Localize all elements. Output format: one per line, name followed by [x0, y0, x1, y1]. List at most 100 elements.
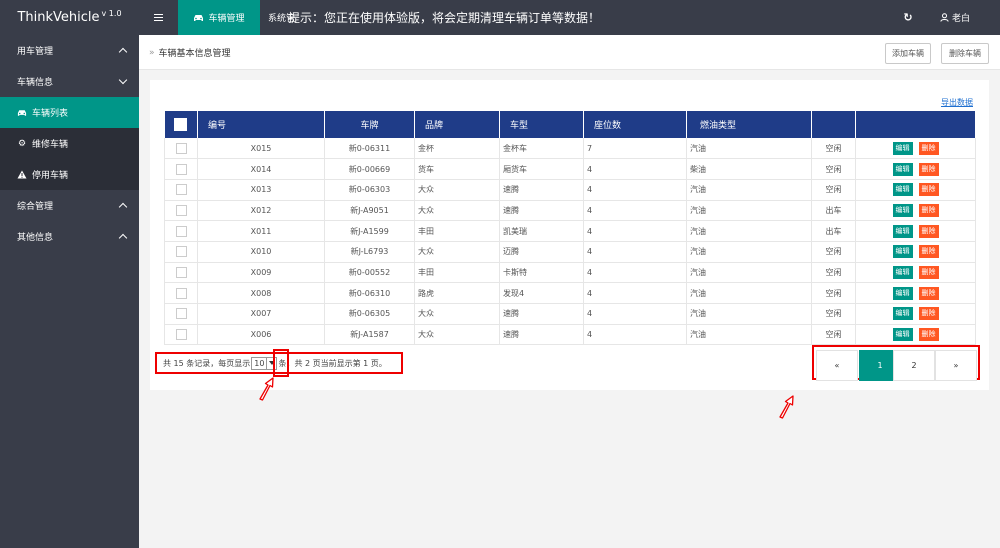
- cell-id: X013: [197, 179, 325, 201]
- warning-icon: [17, 170, 27, 179]
- edit-button[interactable]: 编辑: [892, 162, 913, 176]
- delete-button[interactable]: 删除: [918, 265, 939, 279]
- row-checkbox[interactable]: [175, 163, 187, 175]
- table-row[interactable]: X009 新0-00552 丰田 卡斯特 4 汽油 空闲 编辑 删除: [164, 262, 976, 284]
- table-row[interactable]: X013 新0-06303 大众 速腾 4 汽油 空闲 编辑 删除: [164, 179, 976, 201]
- row-select-cell: [164, 158, 198, 180]
- delete-button[interactable]: 删除: [918, 224, 939, 238]
- cell-id: X014: [197, 158, 325, 180]
- edit-button[interactable]: 编辑: [892, 203, 913, 217]
- delete-button[interactable]: 删除: [918, 307, 939, 321]
- edit-button[interactable]: 编辑: [892, 141, 913, 155]
- cell-brand: 金杯: [414, 138, 500, 160]
- table-row[interactable]: X014 新0-00669 货车 厢货车 4 柴油 空闲 编辑 删除: [164, 158, 976, 180]
- cell-fuel: 汽油: [686, 241, 812, 263]
- column-header-id[interactable]: 编号: [197, 111, 325, 138]
- cell-plate: 新0-06310: [324, 282, 415, 304]
- cell-status: 空闲: [811, 158, 856, 180]
- table-row[interactable]: X008 新0-06310 路虎 发现4 4 汽油 空闲 编辑 删除: [164, 282, 976, 304]
- column-header-fuel[interactable]: 燃油类型: [686, 111, 812, 138]
- select-all-checkbox[interactable]: [174, 118, 188, 131]
- cell-fuel: 汽油: [686, 200, 812, 222]
- chevron-down-icon: [118, 75, 128, 85]
- sidebar-group-vehicle-use[interactable]: 用车管理: [0, 35, 139, 66]
- delete-vehicle-button[interactable]: 删除车辆: [941, 43, 989, 64]
- cell-seats: 4: [583, 262, 687, 284]
- row-checkbox[interactable]: [175, 266, 187, 278]
- app-logo[interactable]: ThinkVehicle v 1.0: [0, 0, 139, 35]
- row-actions-cell: 编辑 删除: [855, 324, 976, 346]
- pagination-page-2[interactable]: 2: [893, 350, 935, 381]
- cell-seats: 4: [583, 303, 687, 325]
- delete-button[interactable]: 删除: [918, 245, 939, 259]
- sidebar-item-disabled-vehicles[interactable]: 停用车辆: [0, 159, 139, 190]
- row-checkbox[interactable]: [175, 308, 187, 320]
- table-row[interactable]: X012 新J-A9051 大众 速腾 4 汽油 出车 编辑 删除: [164, 200, 976, 222]
- pagination-prev[interactable]: «: [816, 350, 858, 381]
- table-row[interactable]: X015 新0-06311 金杯 金杯车 7 汽油 空闲 编辑 删除: [164, 138, 976, 160]
- menu-toggle-button[interactable]: [139, 0, 178, 35]
- edit-button[interactable]: 编辑: [892, 307, 913, 321]
- delete-button[interactable]: 删除: [918, 328, 939, 342]
- user-icon: [940, 13, 949, 22]
- row-checkbox[interactable]: [175, 329, 187, 341]
- row-actions-cell: 编辑 删除: [855, 138, 976, 160]
- delete-button[interactable]: 删除: [918, 183, 939, 197]
- cell-model: 厢货车: [499, 158, 584, 180]
- cell-plate: 新0-06303: [324, 179, 415, 201]
- edit-button[interactable]: 编辑: [892, 245, 913, 259]
- paging-summary-text: 条，共 2 页当前显示第 1 页。: [278, 358, 387, 368]
- cell-plate: 新0-06311: [324, 138, 415, 160]
- cell-brand: 大众: [414, 200, 500, 222]
- sidebar-group-other[interactable]: 其他信息: [0, 221, 139, 252]
- table-row[interactable]: X007 新0-06305 大众 速腾 4 汽油 空闲 编辑 删除: [164, 303, 976, 325]
- page-size-highlight: [273, 349, 289, 377]
- row-checkbox[interactable]: [175, 204, 187, 216]
- sidebar-group-label: 车辆信息: [17, 78, 54, 88]
- row-checkbox[interactable]: [175, 225, 187, 237]
- cell-plate: 新J-A1587: [324, 324, 415, 346]
- sidebar-group-label: 综合管理: [17, 202, 54, 212]
- column-header-model[interactable]: 车型: [499, 111, 584, 138]
- row-checkbox[interactable]: [175, 246, 187, 258]
- sidebar-item-vehicle-list[interactable]: 车辆列表: [0, 97, 139, 128]
- cell-status: 空闲: [811, 324, 856, 346]
- user-menu[interactable]: 老白: [940, 0, 970, 35]
- delete-button[interactable]: 删除: [918, 286, 939, 300]
- car-icon: [17, 109, 27, 117]
- table-row[interactable]: X011 新J-A1599 丰田 凯美瑞 4 汽油 出车 编辑 删除: [164, 220, 976, 242]
- app-version: v 1.0: [101, 9, 122, 18]
- refresh-button[interactable]: ↻: [898, 0, 918, 35]
- cell-id: X010: [197, 241, 325, 263]
- row-checkbox[interactable]: [175, 142, 187, 154]
- row-checkbox[interactable]: [175, 287, 187, 299]
- pagination-next[interactable]: »: [935, 350, 977, 381]
- cell-brand: 路虎: [414, 282, 500, 304]
- sidebar-group-vehicle-info[interactable]: 车辆信息: [0, 66, 139, 97]
- delete-button[interactable]: 删除: [918, 203, 939, 217]
- sidebar-item-repair-vehicles[interactable]: ⚙ 维修车辆: [0, 128, 139, 159]
- tab-vehicle-management[interactable]: 车辆管理: [178, 0, 260, 35]
- chevron-up-icon: [118, 202, 128, 212]
- sidebar-item-label: 车辆列表: [32, 109, 69, 119]
- column-header-plate[interactable]: 车牌: [324, 111, 415, 138]
- column-header-seats[interactable]: 座位数: [583, 111, 687, 138]
- export-data-link[interactable]: 导出数据: [941, 97, 973, 108]
- edit-button[interactable]: 编辑: [892, 286, 913, 300]
- delete-button[interactable]: 删除: [918, 141, 939, 155]
- sidebar-group-general[interactable]: 综合管理: [0, 190, 139, 221]
- edit-button[interactable]: 编辑: [892, 183, 913, 197]
- cell-status: 空闲: [811, 138, 856, 160]
- delete-button[interactable]: 删除: [918, 162, 939, 176]
- app-name: ThinkVehicle: [17, 10, 100, 25]
- edit-button[interactable]: 编辑: [892, 265, 913, 279]
- table-row[interactable]: X006 新J-A1587 大众 速腾 4 汽油 空闲 编辑 删除: [164, 324, 976, 346]
- edit-button[interactable]: 编辑: [892, 328, 913, 342]
- table-row[interactable]: X010 新J-L6793 大众 迈腾 4 汽油 空闲 编辑 删除: [164, 241, 976, 263]
- cell-brand: 大众: [414, 179, 500, 201]
- add-vehicle-button[interactable]: 添加车辆: [885, 43, 931, 64]
- row-select-cell: [164, 241, 198, 263]
- edit-button[interactable]: 编辑: [892, 224, 913, 238]
- column-header-brand[interactable]: 品牌: [414, 111, 500, 138]
- row-checkbox[interactable]: [175, 184, 187, 196]
